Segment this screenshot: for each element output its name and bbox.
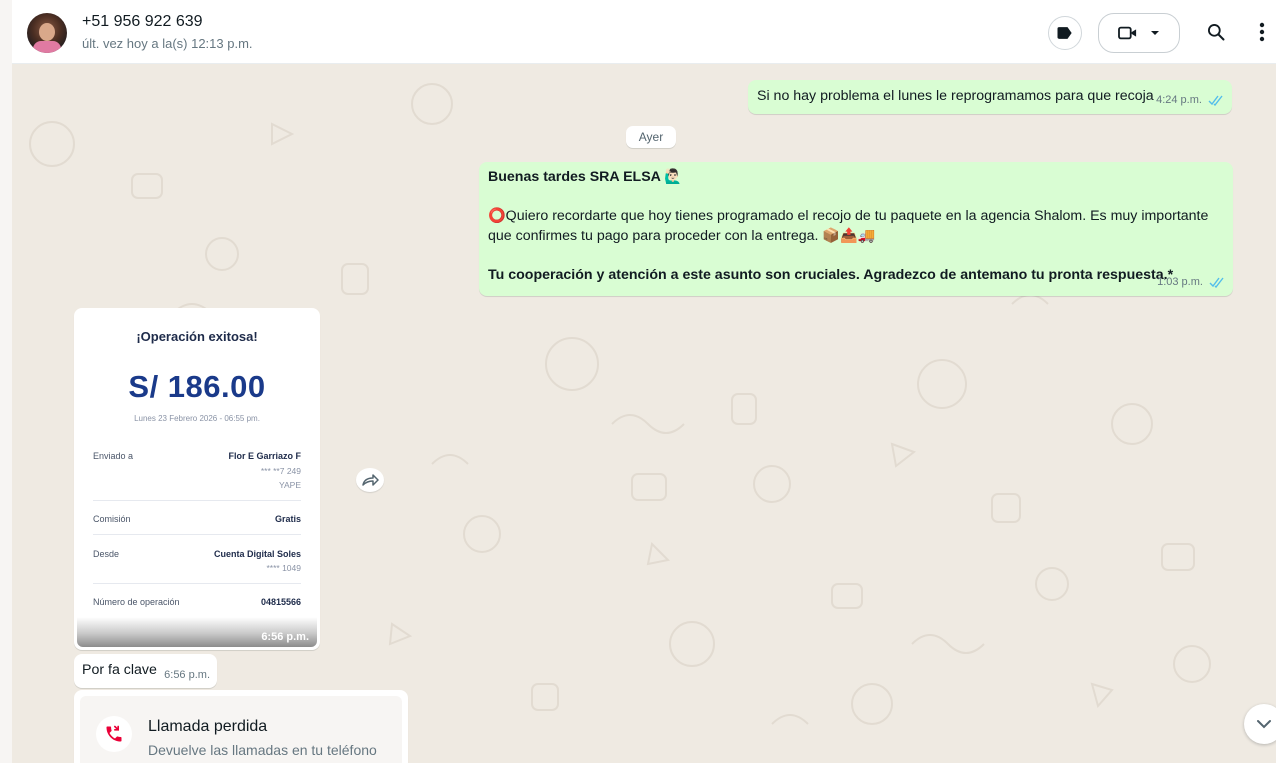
message-reminder[interactable]: Buenas tardes SRA ELSA 🙋🏻‍♂️ ⭕Quiero rec… xyxy=(479,162,1233,296)
receipt-sent-to-method: YAPE xyxy=(278,480,301,490)
message-meta: 4:24 p.m. xyxy=(1156,94,1224,106)
missed-call-card[interactable]: Llamada perdida Devuelve las llamadas en… xyxy=(80,696,402,763)
double-check-icon xyxy=(1209,277,1224,288)
video-call-button[interactable] xyxy=(1098,13,1180,53)
chevron-down-icon xyxy=(1151,31,1159,35)
missed-call-icon-wrap xyxy=(96,716,132,752)
receipt-sent-to-number: *** **7 249 xyxy=(260,466,301,476)
receipt-divider xyxy=(93,583,301,584)
receipt-divider xyxy=(93,534,301,535)
receipt-commission-value: Gratis xyxy=(274,514,301,524)
search-button[interactable] xyxy=(1200,16,1232,48)
label-button[interactable] xyxy=(1048,16,1082,50)
chat-area[interactable]: Si no hay problema el lunes le reprogram… xyxy=(12,64,1276,763)
receipt-title: ¡Operación exitosa! xyxy=(136,329,258,344)
more-vertical-icon xyxy=(1259,22,1265,42)
receipt-from-number: **** 1049 xyxy=(266,563,301,573)
day-separator: Ayer xyxy=(626,126,676,148)
avatar[interactable] xyxy=(27,13,67,53)
contact-last-seen: últ. vez hoy a la(s) 12:13 p.m. xyxy=(82,36,253,51)
message-time: 6:56 p.m. xyxy=(164,669,210,681)
forward-button[interactable] xyxy=(356,468,384,492)
double-check-icon xyxy=(1208,95,1223,106)
search-icon xyxy=(1208,24,1225,41)
receipt-operation-label: Número de operación xyxy=(93,597,180,607)
chevron-down-icon xyxy=(1257,720,1271,729)
message-meta: 1:03 p.m. xyxy=(1157,276,1225,288)
reminder-greeting: Buenas tardes SRA ELSA 🙋🏻‍♂️ xyxy=(488,169,683,185)
missed-call-title: Llamada perdida xyxy=(148,718,268,735)
contact-name[interactable]: +51 956 922 639 xyxy=(82,13,203,31)
reminder-body: ⭕Quiero recordarte que hoy tienes progra… xyxy=(488,208,1209,244)
message-time: 6:56 p.m. xyxy=(261,631,309,643)
receipt-amount: S/ 186.00 xyxy=(128,369,266,404)
receipt-from-label: Desde xyxy=(93,549,120,559)
receipt-operation-number: 04815566 xyxy=(260,597,301,607)
missed-call-subtitle: Devuelve las llamadas en tu teléfono xyxy=(148,742,377,758)
receipt-image[interactable]: ¡Operación exitosa! S/ 186.00 Lunes 23 F… xyxy=(77,311,317,647)
receipt-sent-to-label: Enviado a xyxy=(93,451,134,461)
label-icon xyxy=(1057,27,1072,39)
reminder-closing: Tu cooperación y atención a este asunto … xyxy=(488,267,1174,283)
circle-emoji: ⭕ xyxy=(488,208,506,224)
receipt-from-account: Cuenta Digital Soles xyxy=(213,549,301,559)
package-emoji: 📦📤🚚 xyxy=(822,228,876,244)
receipt-date: Lunes 23 Febrero 2026 - 06:55 pm. xyxy=(134,414,260,423)
menu-button[interactable] xyxy=(1250,16,1274,48)
receipt-image-message[interactable]: ¡Operación exitosa! S/ 186.00 Lunes 23 F… xyxy=(74,308,320,650)
receipt-divider xyxy=(93,500,301,501)
missed-call-message[interactable]: Llamada perdida Devuelve las llamadas en… xyxy=(74,690,408,763)
chat-header: +51 956 922 639 últ. vez hoy a la(s) 12:… xyxy=(12,0,1276,64)
message-text: Por fa clave xyxy=(82,662,157,678)
message-time: 4:24 p.m. xyxy=(1156,94,1202,106)
forward-icon xyxy=(362,474,379,486)
missed-call-icon xyxy=(106,725,122,742)
receipt-sent-to-name: Flor E Garriazo F xyxy=(228,451,301,461)
message-reschedule[interactable]: Si no hay problema el lunes le reprogram… xyxy=(748,80,1232,114)
scroll-down-button[interactable] xyxy=(1244,704,1276,744)
video-camera-icon xyxy=(1118,26,1137,40)
message-body: Buenas tardes SRA ELSA 🙋🏻‍♂️ ⭕Quiero rec… xyxy=(488,167,1224,285)
message-text: Si no hay problema el lunes le reprogram… xyxy=(757,88,1154,104)
message-time: 1:03 p.m. xyxy=(1157,276,1203,288)
greeting-emoji: 🙋🏻‍♂️ xyxy=(664,169,683,185)
receipt-commission-label: Comisión xyxy=(93,514,131,524)
message-clave[interactable]: Por fa clave 6:56 p.m. xyxy=(74,654,217,688)
